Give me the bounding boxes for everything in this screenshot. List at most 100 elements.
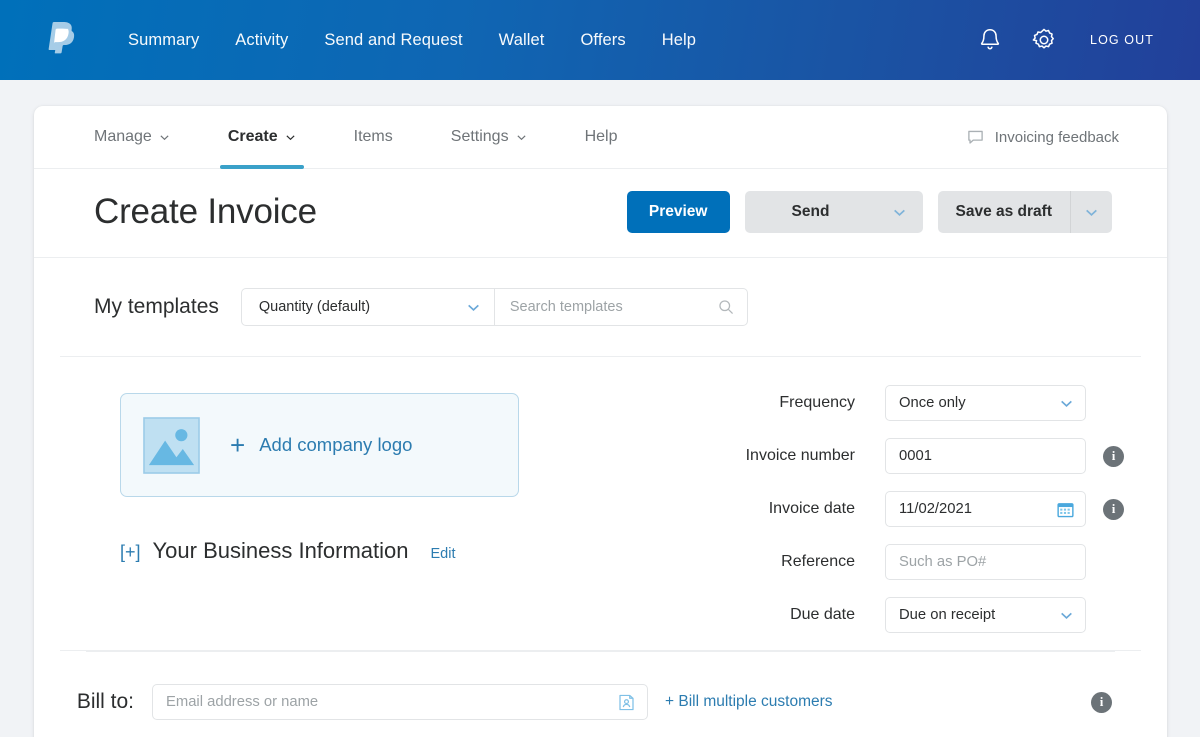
info-icon[interactable]: i <box>1103 498 1124 520</box>
invoice-date-input[interactable]: 11/02/2021 <box>885 491 1086 527</box>
image-placeholder-icon <box>143 416 200 474</box>
invoice-number-input[interactable]: 0001 <box>885 438 1086 474</box>
template-select-value: Quantity (default) <box>258 299 371 315</box>
tab-create[interactable]: Create <box>219 106 304 169</box>
invoice-date-info-slot: i <box>1086 498 1141 520</box>
field-frequency: Frequency Once only <box>680 385 1141 421</box>
field-reference: Reference Such as PO# <box>680 544 1141 580</box>
field-invoice-date-label: Invoice date <box>768 500 855 517</box>
calendar-icon[interactable] <box>1057 501 1074 518</box>
tab-help[interactable]: Help <box>583 106 620 169</box>
due-date-select[interactable]: Due on receipt <box>885 597 1086 633</box>
nav-link-wallet[interactable]: Wallet <box>481 25 563 56</box>
invoice-number-info-slot: i <box>1086 445 1141 467</box>
plus-icon: + <box>230 430 246 460</box>
gear-icon[interactable] <box>1030 26 1058 54</box>
send-button[interactable]: Send <box>744 191 923 233</box>
add-company-logo-box[interactable]: + Add company logo <box>120 393 519 497</box>
chevron-down-icon <box>286 135 295 141</box>
field-frequency-label: Frequency <box>779 394 855 411</box>
invoice-number-value: 0001 <box>899 448 932 464</box>
tab-manage-label: Manage <box>94 127 152 145</box>
global-navbar: Summary Activity Send and Request Wallet… <box>0 0 1200 80</box>
tab-items-label: Items <box>353 127 393 145</box>
reference-placeholder: Such as PO# <box>899 554 987 570</box>
invoice-date-value: 11/02/2021 <box>899 501 972 517</box>
invoicing-tabbar: Manage Create Items Settings Help Invoic… <box>34 106 1167 169</box>
invoice-left-column: + Add company logo [+] Your Business Inf… <box>60 357 680 650</box>
chevron-down-icon <box>160 135 169 141</box>
preview-button[interactable]: Preview <box>626 191 730 233</box>
business-information-title: Your Business Information <box>152 538 409 563</box>
bill-to-info-slot: i <box>1091 691 1112 713</box>
logout-button[interactable]: LOG OUT <box>1090 33 1154 47</box>
navbar-right-group: LOG OUT <box>976 26 1154 54</box>
due-date-value: Due on receipt <box>899 607 996 623</box>
field-invoice-number: Invoice number 0001 i <box>680 438 1141 474</box>
invoice-right-column: Frequency Once only Invoice number 0001 … <box>680 357 1141 650</box>
invoice-details-section: + Add company logo [+] Your Business Inf… <box>60 357 1141 651</box>
reference-input[interactable]: Such as PO# <box>885 544 1086 580</box>
field-invoice-date: Invoice date 11/02/2021 i <box>680 491 1141 527</box>
tab-items[interactable]: Items <box>352 106 395 169</box>
nav-link-send-and-request[interactable]: Send and Request <box>306 25 480 56</box>
invoicing-feedback-label: Invoicing feedback <box>994 128 1119 146</box>
template-search-input[interactable]: Search templates <box>495 289 747 325</box>
field-invoice-number-label: Invoice number <box>745 447 855 464</box>
chevron-down-icon <box>1086 209 1097 216</box>
add-company-logo-action[interactable]: + Add company logo <box>230 432 412 458</box>
paypal-logo-icon[interactable] <box>48 22 78 58</box>
search-icon <box>719 300 733 314</box>
business-information-row: [+] Your Business Information Edit <box>120 538 680 564</box>
bill-to-section: Bill to: Email address or name + Bill mu… <box>34 652 1167 737</box>
nav-link-activity[interactable]: Activity <box>217 25 306 56</box>
page-title: Create Invoice <box>94 192 317 231</box>
field-reference-label: Reference <box>781 553 855 570</box>
tab-manage[interactable]: Manage <box>92 106 172 169</box>
bill-to-input[interactable]: Email address or name <box>152 684 648 720</box>
template-search-placeholder: Search templates <box>509 299 623 315</box>
nav-link-help[interactable]: Help <box>644 25 714 56</box>
tab-settings[interactable]: Settings <box>449 106 529 169</box>
navbar-links: Summary Activity Send and Request Wallet… <box>112 25 714 56</box>
tab-create-label: Create <box>227 127 278 145</box>
chevron-down-icon <box>1061 400 1072 407</box>
bell-icon[interactable] <box>976 26 1004 54</box>
info-icon[interactable]: i <box>1103 445 1124 467</box>
add-company-logo-label: Add company logo <box>259 434 413 455</box>
contact-card-icon[interactable] <box>616 692 637 713</box>
save-as-draft-button[interactable]: Save as draft <box>937 191 1112 233</box>
send-button-label: Send <box>791 203 830 220</box>
save-as-draft-label: Save as draft <box>955 203 1053 220</box>
bill-to-row: Bill to: Email address or name + Bill mu… <box>34 684 1167 720</box>
invoice-card: Manage Create Items Settings Help Invoic… <box>34 106 1167 737</box>
invoicing-feedback-link[interactable]: Invoicing feedback <box>967 129 1149 146</box>
nav-link-summary[interactable]: Summary <box>112 25 217 56</box>
bill-to-label: Bill to: <box>76 690 134 713</box>
field-due-date: Due date Due on receipt <box>680 597 1141 633</box>
expand-icon[interactable]: [+] <box>120 542 141 563</box>
templates-row: My templates Quantity (default) Search t… <box>60 258 1141 357</box>
chevron-down-icon <box>468 304 479 311</box>
chevron-down-icon <box>894 209 905 216</box>
info-icon[interactable]: i <box>1091 691 1112 713</box>
bill-multiple-customers-link[interactable]: + Bill multiple customers <box>665 693 833 711</box>
field-due-date-label: Due date <box>790 606 855 623</box>
tab-settings-label: Settings <box>450 127 509 145</box>
page-body: Manage Create Items Settings Help Invoic… <box>0 80 1200 737</box>
chevron-down-icon <box>517 135 526 141</box>
templates-label: My templates <box>94 295 219 318</box>
send-dropdown-toggle[interactable] <box>877 191 923 233</box>
nav-link-offers[interactable]: Offers <box>563 25 644 56</box>
templates-controls: Quantity (default) Search templates <box>240 288 748 326</box>
header-actions: Preview Send Save as draft <box>626 191 1112 233</box>
frequency-value: Once only <box>899 395 966 411</box>
tab-help-label: Help <box>584 127 618 145</box>
business-information-edit-link[interactable]: Edit <box>431 546 456 562</box>
bill-to-placeholder: Email address or name <box>166 694 319 710</box>
page-header: Create Invoice Preview Send Save as draf… <box>34 169 1167 258</box>
save-dropdown-toggle[interactable] <box>1070 191 1112 233</box>
frequency-select[interactable]: Once only <box>885 385 1086 421</box>
template-select[interactable]: Quantity (default) <box>242 289 495 325</box>
speech-bubble-icon <box>967 130 983 144</box>
